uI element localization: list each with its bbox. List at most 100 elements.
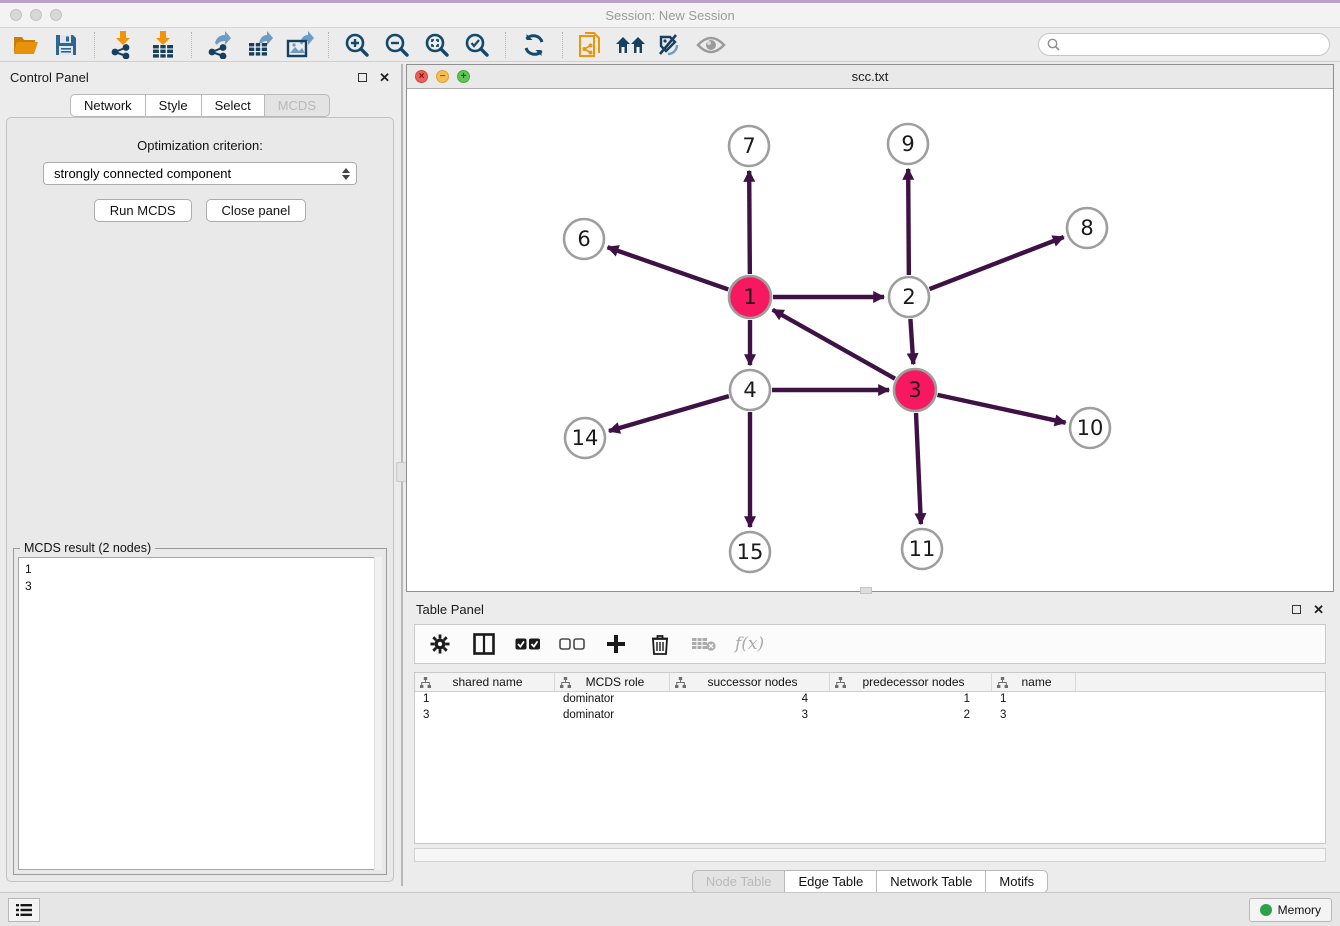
run-mcds-button[interactable]: Run MCDS xyxy=(94,199,192,222)
float-table-panel-icon[interactable] xyxy=(1292,605,1301,614)
zoom-selected-icon[interactable] xyxy=(460,30,494,60)
graph-node-11[interactable]: 11 xyxy=(902,529,942,569)
tab-style[interactable]: Style xyxy=(145,94,201,117)
import-table-icon[interactable] xyxy=(146,30,180,60)
network-zoom-button[interactable]: + xyxy=(457,70,470,83)
column-header-name[interactable]: name xyxy=(992,673,1076,691)
zoom-in-icon[interactable] xyxy=(340,30,374,60)
network-window-title: scc.txt xyxy=(407,69,1333,84)
deselect-all-rows-icon[interactable] xyxy=(559,631,585,657)
close-panel-button[interactable]: Close panel xyxy=(206,199,307,222)
close-table-panel-icon[interactable]: ✕ xyxy=(1313,603,1324,616)
cell-successor-nodes[interactable]: 3 xyxy=(670,708,830,724)
cell-shared-name[interactable]: 1 xyxy=(415,692,555,708)
graph-node-3[interactable]: 3 xyxy=(894,369,936,411)
refresh-layout-icon[interactable] xyxy=(517,30,551,60)
svg-text:15: 15 xyxy=(737,540,764,564)
graph-node-6[interactable]: 6 xyxy=(564,219,604,259)
graph-node-15[interactable]: 15 xyxy=(730,532,770,572)
mcds-result-text[interactable]: 1 3 xyxy=(18,557,382,870)
edge-3-1[interactable] xyxy=(773,310,895,379)
select-stepper-icon xyxy=(342,168,350,180)
search-input[interactable] xyxy=(1065,38,1321,52)
clone-network-icon[interactable] xyxy=(574,30,608,60)
open-session-icon[interactable] xyxy=(9,30,43,60)
show-graphics-icon[interactable] xyxy=(694,30,728,60)
cell-predecessor-nodes[interactable]: 1 xyxy=(830,692,992,708)
column-header-successor-nodes[interactable]: successor nodes xyxy=(670,673,830,691)
cell-MCDS-role[interactable]: dominator xyxy=(555,708,670,724)
first-neighbors-icon[interactable] xyxy=(614,30,648,60)
save-session-icon[interactable] xyxy=(49,30,83,60)
edge-2-9[interactable] xyxy=(908,169,909,275)
float-panel-icon[interactable] xyxy=(358,73,367,82)
edge-3-10[interactable] xyxy=(937,395,1065,423)
cell-predecessor-nodes[interactable]: 2 xyxy=(830,708,992,724)
graph-node-2[interactable]: 2 xyxy=(889,277,929,317)
svg-text:14: 14 xyxy=(572,426,599,450)
zoom-out-icon[interactable] xyxy=(380,30,414,60)
cell-MCDS-role[interactable]: dominator xyxy=(555,692,670,708)
import-network-icon[interactable] xyxy=(106,30,140,60)
add-column-icon[interactable] xyxy=(603,631,629,657)
graph-node-1[interactable]: 1 xyxy=(729,276,771,318)
horizontal-splitter-grip[interactable] xyxy=(860,587,872,594)
criterion-select[interactable]: strongly connected component xyxy=(43,162,357,185)
network-close-button[interactable]: × xyxy=(415,70,428,83)
table-tab-edge-table[interactable]: Edge Table xyxy=(784,870,876,893)
zoom-fit-icon[interactable] xyxy=(420,30,454,60)
edge-3-11[interactable] xyxy=(916,413,921,524)
table-row[interactable]: 1dominator411 xyxy=(415,692,1325,708)
tab-mcds[interactable]: MCDS xyxy=(264,94,330,117)
tab-select[interactable]: Select xyxy=(201,94,264,117)
svg-text:1: 1 xyxy=(743,285,756,309)
column-header-shared-name[interactable]: shared name xyxy=(415,673,555,691)
graph-node-8[interactable]: 8 xyxy=(1067,208,1107,248)
table-horizontal-scrollbar[interactable] xyxy=(414,848,1326,862)
result-scrollbar[interactable] xyxy=(374,557,382,870)
select-all-rows-icon[interactable] xyxy=(515,631,541,657)
toolbar-separator xyxy=(505,32,506,58)
graph-node-14[interactable]: 14 xyxy=(565,418,605,458)
graph-node-4[interactable]: 4 xyxy=(730,370,770,410)
search-box[interactable] xyxy=(1038,33,1330,56)
list-icon xyxy=(16,903,32,917)
show-columns-icon[interactable] xyxy=(471,631,497,657)
cell-name[interactable]: 3 xyxy=(992,708,1076,724)
toolbar-separator xyxy=(191,32,192,58)
hide-labels-icon[interactable] xyxy=(654,30,688,60)
edge-2-8[interactable] xyxy=(930,237,1064,289)
edge-2-3[interactable] xyxy=(910,319,913,364)
column-header-predecessor-nodes[interactable]: predecessor nodes xyxy=(830,673,992,691)
toolbar-separator xyxy=(562,32,563,58)
graph-node-10[interactable]: 10 xyxy=(1070,408,1110,448)
svg-text:3: 3 xyxy=(908,378,921,402)
export-image-icon[interactable] xyxy=(283,30,317,60)
table-tab-node-table[interactable]: Node Table xyxy=(692,870,785,893)
task-history-button[interactable] xyxy=(8,898,40,922)
graph-node-9[interactable]: 9 xyxy=(888,124,928,164)
function-builder-icon[interactable]: f(x) xyxy=(735,634,764,654)
network-minimize-button[interactable]: − xyxy=(436,70,449,83)
memory-button[interactable]: Memory xyxy=(1249,898,1332,922)
network-canvas[interactable]: 7 9 6 8 1 2 4 3 14 10 15 11 xyxy=(407,89,1333,591)
table-settings-gear-icon[interactable] xyxy=(427,631,453,657)
table-row[interactable]: 3dominator323 xyxy=(415,708,1325,724)
cell-name[interactable]: 1 xyxy=(992,692,1076,708)
cell-shared-name[interactable]: 3 xyxy=(415,708,555,724)
close-panel-icon[interactable]: ✕ xyxy=(379,71,390,84)
network-window-titlebar[interactable]: × − + scc.txt xyxy=(407,65,1333,89)
edge-1-6[interactable] xyxy=(608,247,729,289)
table-tab-network-table[interactable]: Network Table xyxy=(876,870,985,893)
delete-column-icon[interactable] xyxy=(647,631,673,657)
tab-network[interactable]: Network xyxy=(70,94,145,117)
export-table-icon[interactable] xyxy=(243,30,277,60)
column-header-MCDS-role[interactable]: MCDS role xyxy=(555,673,670,691)
delete-table-icon[interactable] xyxy=(691,631,717,657)
cell-successor-nodes[interactable]: 4 xyxy=(670,692,830,708)
graph-node-7[interactable]: 7 xyxy=(729,126,769,166)
table-tab-motifs[interactable]: Motifs xyxy=(985,870,1048,893)
export-network-icon[interactable] xyxy=(203,30,237,60)
edge-1-7[interactable] xyxy=(749,171,750,274)
edge-4-14[interactable] xyxy=(609,396,729,431)
